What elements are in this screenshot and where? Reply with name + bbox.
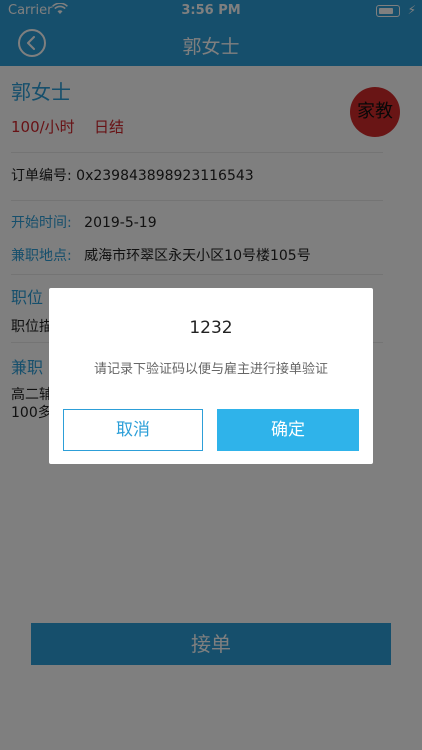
- verification-code: 1232: [189, 318, 233, 338]
- dialog-message: 请记录下验证码以便与雇主进行接单验证: [93, 362, 328, 377]
- verification-dialog: 1232 请记录下验证码以便与雇主进行接单验证 取消 确定: [49, 288, 373, 464]
- cancel-button[interactable]: 取消: [63, 409, 203, 451]
- confirm-button[interactable]: 确定: [217, 409, 359, 451]
